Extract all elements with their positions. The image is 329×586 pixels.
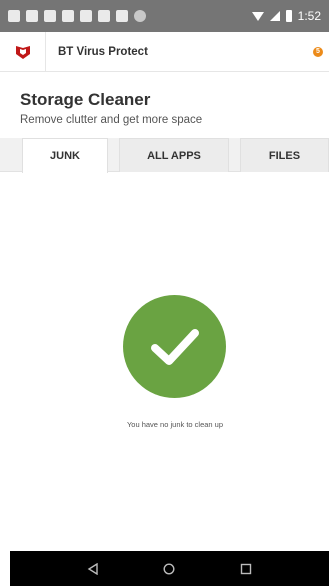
page-title: Storage Cleaner	[20, 90, 151, 109]
tab-bar: JUNK ALL APPS FILES	[0, 138, 329, 173]
tab-junk[interactable]: JUNK	[22, 138, 108, 173]
success-check-icon	[123, 295, 226, 398]
photo-icon	[98, 10, 110, 22]
email-icon	[26, 10, 38, 22]
page-subtitle: Remove clutter and get more space	[20, 114, 203, 126]
status-bar: 1:52	[0, 0, 329, 32]
recents-icon[interactable]	[239, 562, 253, 576]
tab-all-apps[interactable]: ALL APPS	[119, 138, 229, 172]
wifi-icon	[251, 11, 264, 21]
notification-icon	[8, 10, 20, 22]
mcafee-shield-icon	[15, 45, 30, 59]
notification-icons	[8, 10, 252, 22]
app-logo	[0, 31, 46, 72]
signal-icon	[269, 11, 280, 21]
image-icon	[44, 10, 56, 22]
battery-icon	[285, 10, 292, 22]
dot-icon	[134, 10, 146, 22]
nav-bar	[10, 551, 329, 586]
back-icon[interactable]	[86, 562, 100, 576]
checkmark-icon	[150, 328, 199, 365]
empty-message: You have no junk to clean up	[126, 420, 224, 429]
status-time: 1:52	[297, 9, 321, 23]
shield-icon	[80, 10, 92, 22]
notification-badge[interactable]: 5	[313, 46, 323, 57]
home-icon[interactable]	[162, 562, 176, 576]
sim-icon	[116, 10, 128, 22]
shield-icon	[62, 10, 74, 22]
app-bar: BT Virus Protect 5	[0, 31, 329, 72]
app-title: BT Virus Protect	[58, 45, 148, 58]
tab-files[interactable]: FILES	[240, 138, 329, 172]
